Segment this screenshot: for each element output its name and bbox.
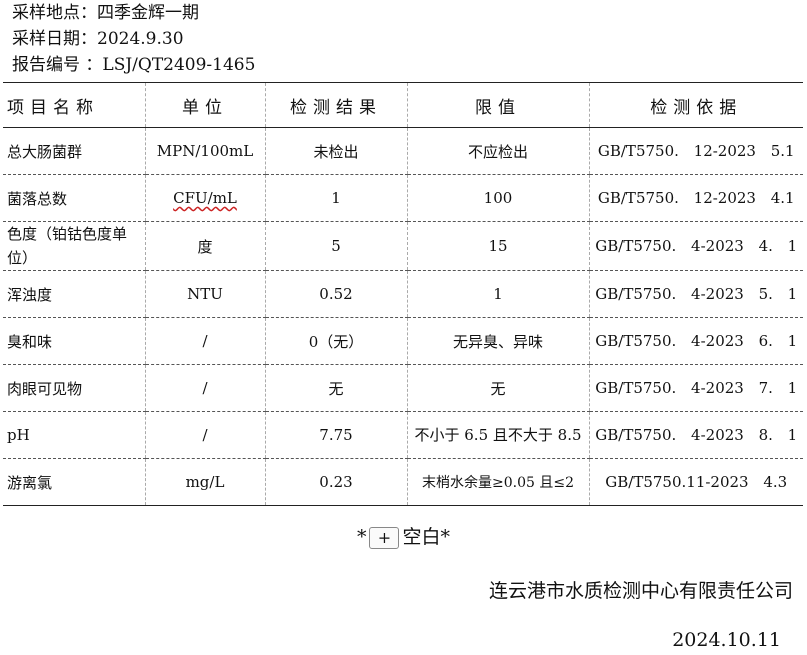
cell-method: GB/T5750. 4-2023 6. 1 xyxy=(588,317,803,365)
cell-method: GB/T5750. 4-2023 4. 1 xyxy=(588,221,803,271)
test-results-table: 项目名称 单位 检测结果 限值 检测依据 总大肠菌群 MPN/100mL 未检出… xyxy=(3,82,803,506)
unit-spellcheck-underline: CFU/mL xyxy=(173,189,237,207)
header-result: 检测结果 xyxy=(264,82,407,128)
cell-item: 游离氯 xyxy=(3,458,145,506)
cell-unit: mg/L xyxy=(144,458,265,506)
blank-text: 空白* xyxy=(402,526,450,548)
cell-limit: 末梢水余量≥0.05 且≤2 xyxy=(406,458,589,506)
header-unit: 单位 xyxy=(144,82,265,128)
cell-item: 总大肠菌群 xyxy=(3,127,145,175)
report-number: 报告编号 ：LSJ/QT2409-1465 xyxy=(12,55,256,75)
sampling-date: 采样日期：2024.9.30 xyxy=(12,29,184,49)
cell-unit: MPN/100mL xyxy=(144,127,265,175)
table-row: 浑浊度 NTU 0.52 1 GB/T5750. 4-2023 5. 1 xyxy=(3,270,803,318)
table-row: pH / 7.75 不小于 6.5 且不大于 8.5 GB/T5750. 4-2… xyxy=(3,411,803,459)
cell-method: GB/T5750. 4-2023 8. 1 xyxy=(588,411,803,459)
cell-limit: 1 xyxy=(406,270,589,318)
plus-icon[interactable]: + xyxy=(369,527,400,549)
cell-unit: CFU/mL xyxy=(144,174,265,222)
cell-method: GB/T5750.11-2023 4.3 xyxy=(588,458,803,506)
table-row: 肉眼可见物 / 无 无 GB/T5750. 4-2023 7. 1 xyxy=(3,364,803,412)
cell-method: GB/T5750. 4-2023 5. 1 xyxy=(588,270,803,318)
cell-result: 7.75 xyxy=(264,411,407,459)
cell-result: 未检出 xyxy=(264,127,407,175)
cell-limit: 100 xyxy=(406,174,589,222)
cell-method: GB/T5750. 12-2023 5.1 xyxy=(588,127,803,175)
cell-item: 浑浊度 xyxy=(3,270,145,318)
cell-limit: 无异臭、异味 xyxy=(406,317,589,365)
cell-unit: / xyxy=(144,317,265,365)
cell-item: 菌落总数 xyxy=(3,174,145,222)
cell-unit: NTU xyxy=(144,270,265,318)
table-row: 色度（铂钴色度单位） 度 5 15 GB/T5750. 4-2023 4. 1 xyxy=(3,221,803,271)
cell-limit: 15 xyxy=(406,221,589,271)
cell-item: 色度（铂钴色度单位） xyxy=(3,221,145,271)
cell-limit: 不小于 6.5 且不大于 8.5 xyxy=(406,411,589,459)
cell-result: 5 xyxy=(264,221,407,271)
cell-unit: / xyxy=(144,364,265,412)
table-row: 总大肠菌群 MPN/100mL 未检出 不应检出 GB/T5750. 12-20… xyxy=(3,127,803,175)
blank-remainder-marker: * + 空白* xyxy=(0,524,807,550)
header-method: 检测依据 xyxy=(588,82,803,128)
cell-result: 0.52 xyxy=(264,270,407,318)
header-limit: 限值 xyxy=(406,82,589,128)
blank-prefix: * xyxy=(356,526,367,548)
table-header-row: 项目名称 单位 检测结果 限值 检测依据 xyxy=(3,82,803,128)
cell-item: 肉眼可见物 xyxy=(3,364,145,412)
cell-method: GB/T5750. 4-2023 7. 1 xyxy=(588,364,803,412)
cell-result: 1 xyxy=(264,174,407,222)
table-row: 菌落总数 CFU/mL 1 100 GB/T5750. 12-2023 4.1 xyxy=(3,174,803,222)
sampling-location: 采样地点：四季金辉一期 xyxy=(12,3,199,23)
cell-result: 无 xyxy=(264,364,407,412)
issue-date: 2024.10.11 xyxy=(672,629,781,651)
cell-item: pH xyxy=(3,411,145,459)
cell-unit: / xyxy=(144,411,265,459)
cell-item: 臭和味 xyxy=(3,317,145,365)
issuing-organization: 连云港市水质检测中心有限责任公司 xyxy=(488,580,793,602)
cell-method: GB/T5750. 12-2023 4.1 xyxy=(588,174,803,222)
cell-result: 0.23 xyxy=(264,458,407,506)
cell-limit: 无 xyxy=(406,364,589,412)
table-row: 游离氯 mg/L 0.23 末梢水余量≥0.05 且≤2 GB/T5750.11… xyxy=(3,458,803,506)
cell-limit: 不应检出 xyxy=(406,127,589,175)
cell-result: 0（无） xyxy=(264,317,407,365)
header-item-name: 项目名称 xyxy=(3,82,145,128)
cell-unit: 度 xyxy=(144,221,265,271)
table-row: 臭和味 / 0（无） 无异臭、异味 GB/T5750. 4-2023 6. 1 xyxy=(3,317,803,365)
